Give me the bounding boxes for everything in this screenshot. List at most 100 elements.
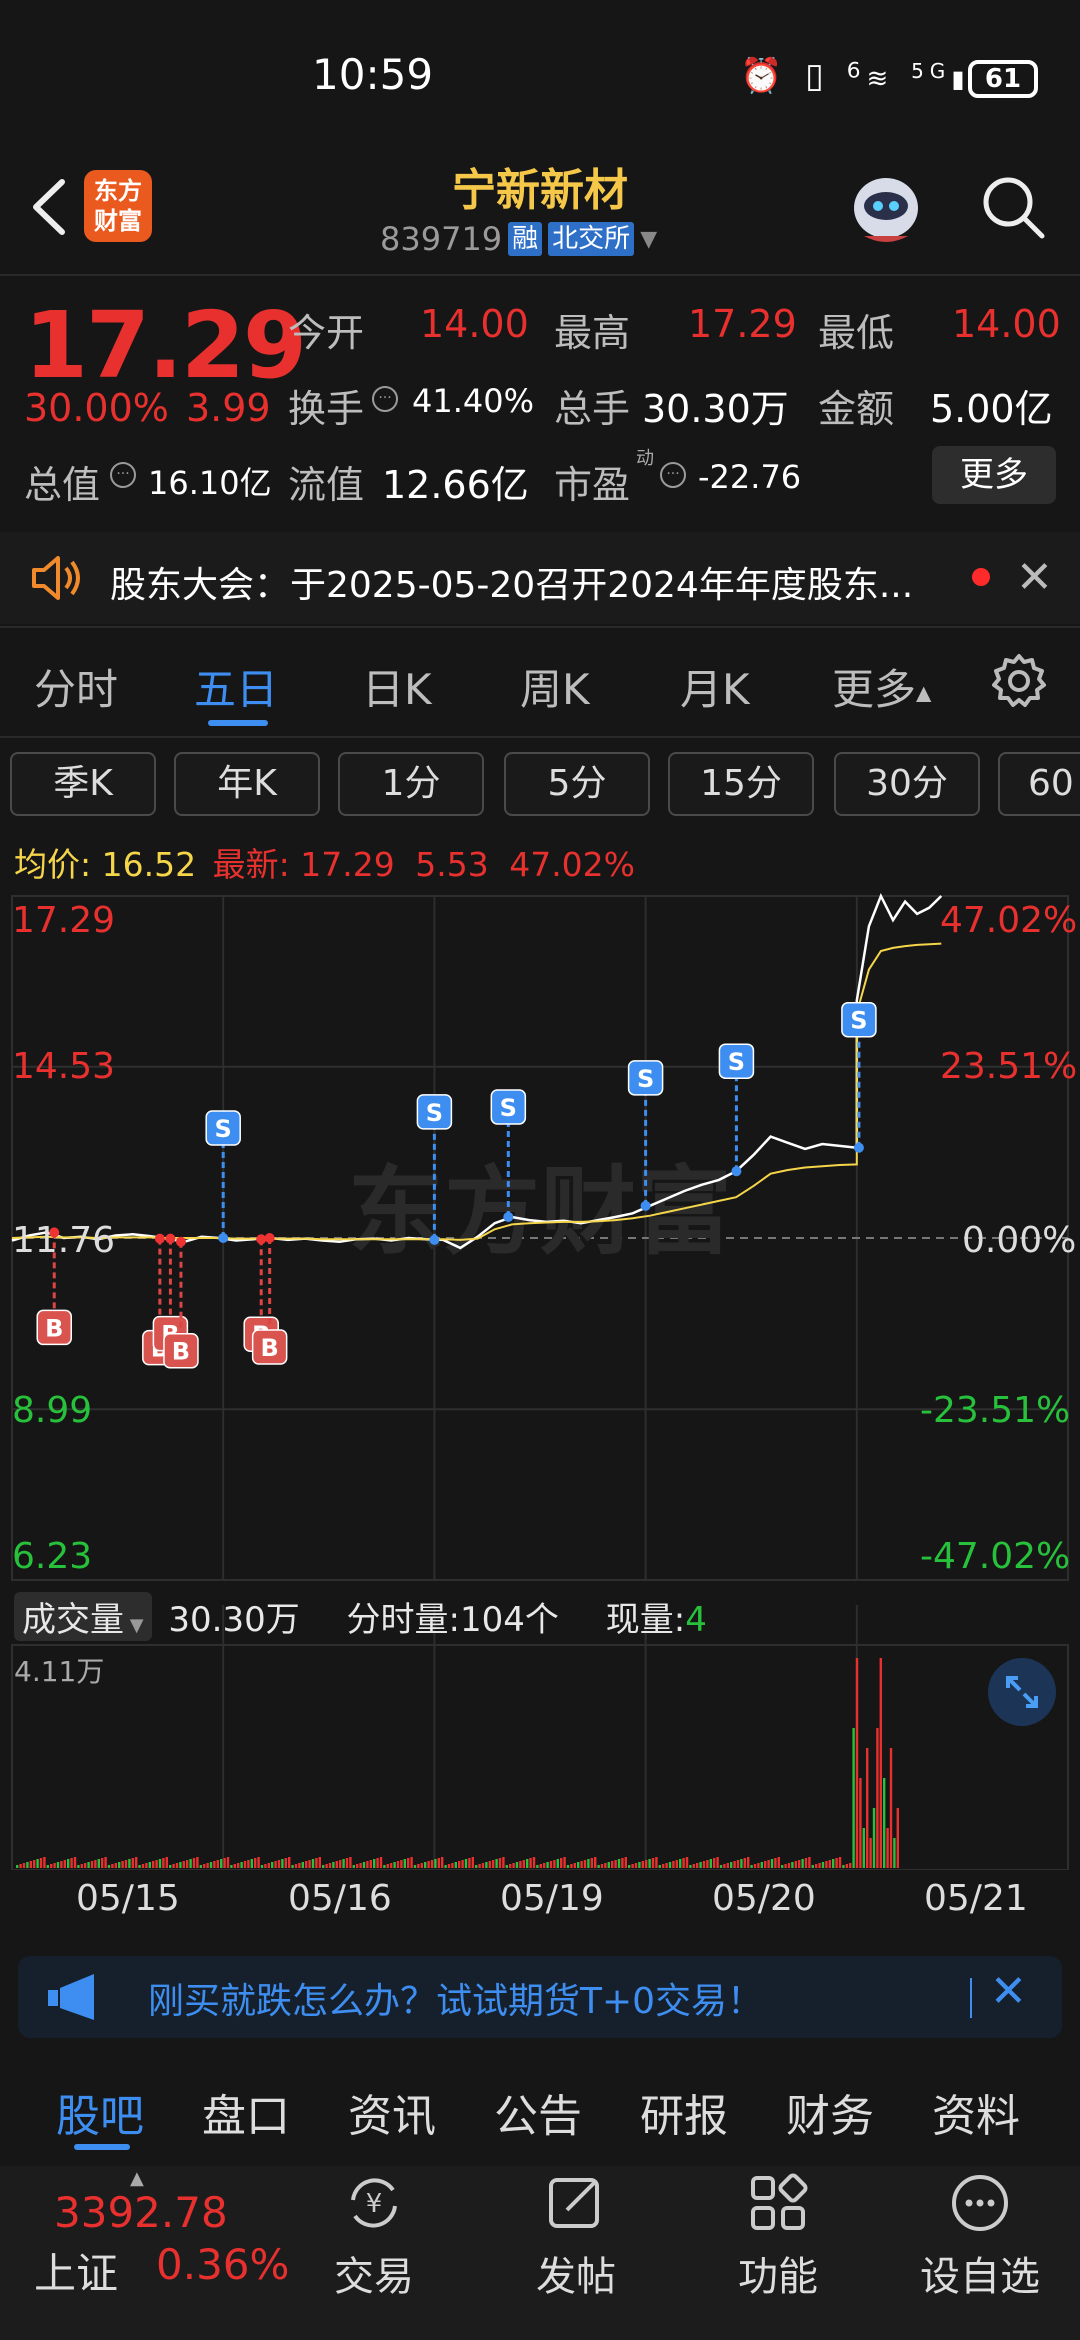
y-left-label: 17.29 xyxy=(12,900,116,941)
volume-bar xyxy=(757,1863,760,1868)
tab-pankou[interactable]: 盘口 xyxy=(202,2080,290,2144)
tab-guba[interactable]: 股吧 xyxy=(56,2080,144,2144)
chip-15min[interactable]: 15分 xyxy=(668,752,814,816)
speaker-icon xyxy=(32,556,80,600)
volume-bar xyxy=(522,1860,525,1868)
volume-bar xyxy=(651,1858,655,1868)
volume-bar xyxy=(879,1658,882,1868)
nav-trade[interactable]: ¥ 交易 xyxy=(304,2170,444,2330)
grid-icon xyxy=(751,2173,808,2230)
nav-post[interactable]: 发帖 xyxy=(506,2170,646,2330)
tab-finance[interactable]: 财务 xyxy=(786,2080,874,2144)
index-value[interactable]: 3392.78 xyxy=(54,2188,228,2237)
volume-bar xyxy=(787,1863,791,1868)
volume-bar xyxy=(383,1865,386,1868)
volume-bar xyxy=(315,1858,318,1868)
divider xyxy=(0,274,1080,276)
info-icon[interactable]: ··· xyxy=(660,462,686,488)
stock-code-row[interactable]: 839719 融 北交所 ▼ xyxy=(380,220,657,258)
volume-bar xyxy=(852,1728,855,1868)
volume-bar xyxy=(335,1861,338,1868)
volume-bar xyxy=(369,1860,372,1868)
price-chart[interactable]: 东方财富 BBBBBBSSSSSS xyxy=(0,890,1080,1870)
app-logo[interactable]: 东方 财富 xyxy=(84,170,152,242)
y-left-label: 14.53 xyxy=(12,1046,116,1087)
pe-label: 市盈 xyxy=(554,463,631,507)
marker-dot xyxy=(731,1166,742,1177)
tab-news[interactable]: 资讯 xyxy=(348,2080,436,2144)
volume-bar xyxy=(237,1863,240,1868)
marker-dot xyxy=(218,1233,229,1243)
nav-functions[interactable]: 功能 xyxy=(708,2170,848,2330)
volume-bar xyxy=(886,1828,889,1868)
volume-bar xyxy=(145,1863,148,1868)
tab-monthly-k[interactable]: 月K xyxy=(680,656,750,717)
volume-bar xyxy=(386,1864,389,1868)
volume-bar xyxy=(288,1857,291,1868)
volume-bar xyxy=(111,1864,114,1868)
tab-announcements[interactable]: 公告 xyxy=(494,2080,582,2144)
volume-bar xyxy=(70,1858,73,1868)
volume-bar xyxy=(165,1857,168,1868)
chip-60min[interactable]: 60分 xyxy=(998,752,1080,816)
promo-text[interactable]: 刚买就跌怎么办？试试期货T+0交易！ xyxy=(148,1972,763,2024)
nav-add-watchlist[interactable]: 设自选 xyxy=(910,2170,1050,2330)
volume-bar xyxy=(672,1861,675,1868)
tab-research[interactable]: 研报 xyxy=(640,2080,728,2144)
info-icon[interactable]: ··· xyxy=(372,386,398,412)
volume-bar xyxy=(512,1863,515,1868)
volume-bar xyxy=(243,1861,247,1868)
volume-bar xyxy=(322,1865,325,1868)
index-name[interactable]: 上证 xyxy=(34,2240,118,2301)
volume-bar xyxy=(199,1865,202,1868)
chip-year-k[interactable]: 年K xyxy=(174,752,320,816)
status-time: 10:59 xyxy=(312,50,434,99)
x-date-label: 05/20 xyxy=(712,1878,816,1919)
chip-5min[interactable]: 5分 xyxy=(504,752,650,816)
volume-bar xyxy=(709,1859,712,1868)
info-icon[interactable]: ··· xyxy=(110,462,136,488)
close-icon[interactable]: ✕ xyxy=(1016,552,1053,603)
volume-bar xyxy=(434,1859,437,1868)
close-icon[interactable]: ✕ xyxy=(990,1966,1027,2017)
index-change[interactable]: 0.36% xyxy=(156,2240,289,2289)
expand-icon[interactable] xyxy=(988,1658,1056,1726)
tab-five-day[interactable]: 五日 xyxy=(194,656,278,717)
volume-bar xyxy=(726,1863,729,1868)
volume-bar xyxy=(19,1864,22,1868)
volume-bar xyxy=(876,1728,879,1868)
search-icon[interactable] xyxy=(978,172,1048,242)
volume-bar xyxy=(182,1861,185,1868)
y-left-label: 11.76 xyxy=(12,1220,116,1261)
volume-bar xyxy=(298,1863,301,1868)
volume-bar xyxy=(73,1857,77,1868)
volume-bar xyxy=(842,1865,845,1868)
chip-1min[interactable]: 1分 xyxy=(338,752,484,816)
chip-quarter-k[interactable]: 季K xyxy=(10,752,156,816)
volume-bar xyxy=(682,1858,685,1868)
tab-profile[interactable]: 资料 xyxy=(932,2080,1020,2144)
marker-label: S xyxy=(500,1094,517,1122)
tab-underline xyxy=(208,720,268,726)
tab-weekly-k[interactable]: 周K xyxy=(520,656,590,717)
tab-daily-k[interactable]: 日K xyxy=(362,656,432,717)
volume-bar xyxy=(665,1863,668,1868)
volume-bar xyxy=(560,1858,563,1868)
tab-more[interactable]: 更多▲ xyxy=(832,656,931,717)
chip-30min[interactable]: 30分 xyxy=(834,752,980,816)
volume-bar xyxy=(760,1862,763,1868)
volume-bar xyxy=(362,1862,366,1868)
volume-selector[interactable]: 成交量 ▼ xyxy=(14,1592,152,1641)
ai-robot-icon[interactable] xyxy=(846,168,926,248)
tab-intraday[interactable]: 分时 xyxy=(34,656,118,717)
volume-bar xyxy=(679,1859,682,1868)
stock-name[interactable]: 宁新新材 xyxy=(340,154,740,218)
more-quote-button[interactable]: 更多 xyxy=(932,446,1056,504)
volume-bar xyxy=(16,1865,19,1868)
back-arrow-icon[interactable] xyxy=(22,172,82,242)
gear-icon[interactable] xyxy=(990,652,1048,710)
notice-text[interactable]: 股东大会：于2025-05-20召开2024年年度股东... xyxy=(110,556,913,608)
volume-bar xyxy=(332,1862,335,1868)
volume-bar xyxy=(784,1864,787,1868)
collapse-arrow-icon[interactable]: ▲ xyxy=(130,2168,144,2189)
